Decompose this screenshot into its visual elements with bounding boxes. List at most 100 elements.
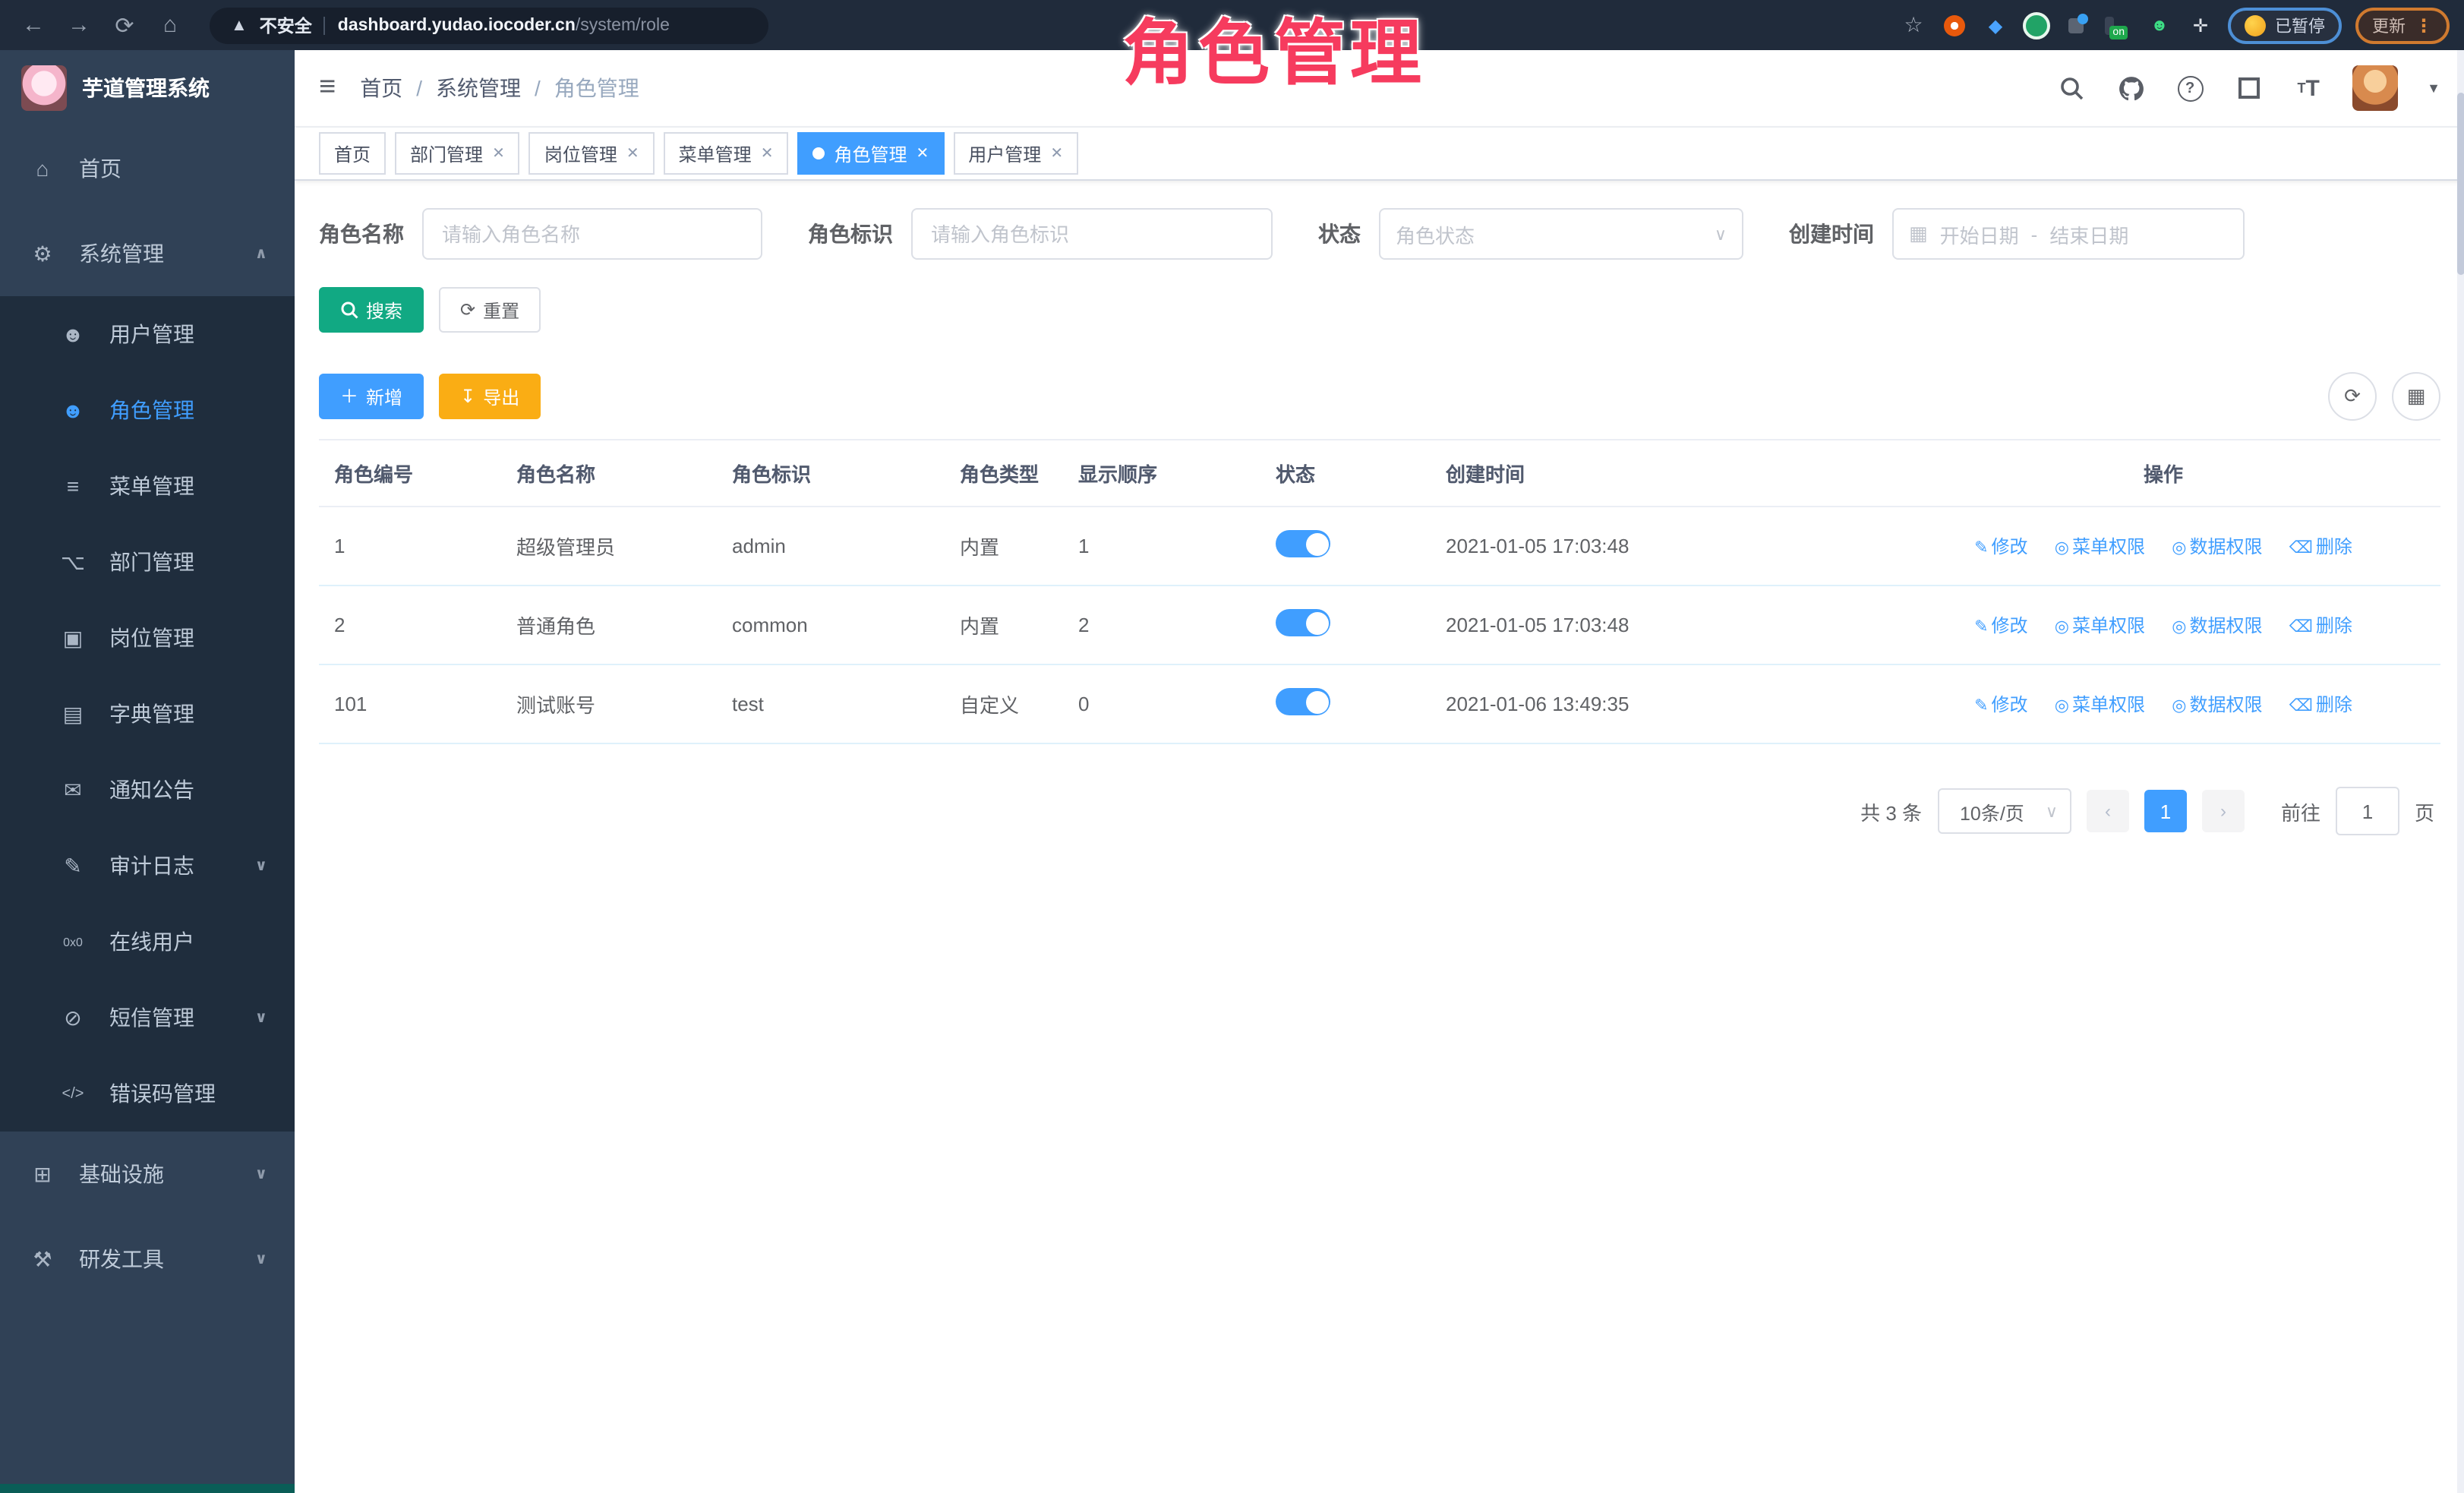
status-toggle[interactable]: [1276, 530, 1330, 557]
status-select-placeholder: 角色状态: [1396, 219, 1475, 248]
tab-dept[interactable]: 部门管理✕: [395, 132, 520, 175]
close-icon[interactable]: ✕: [626, 145, 639, 162]
date-range-picker[interactable]: ▦ 开始日期 - 结束日期: [1892, 208, 2245, 260]
cell-sort: 2: [1063, 586, 1260, 664]
cell-created: 2021-01-06 13:49:35: [1431, 664, 1886, 743]
app-logo[interactable]: 芋道管理系统: [0, 50, 295, 126]
add-button[interactable]: ＋ 新增: [319, 374, 424, 419]
shield-icon: ⊘: [61, 1005, 85, 1031]
menu-permission-link[interactable]: ◎菜单权限: [2055, 694, 2145, 715]
search-button[interactable]: 搜索: [319, 287, 424, 333]
tab-post[interactable]: 岗位管理✕: [529, 132, 655, 175]
data-permission-link[interactable]: ◎数据权限: [2172, 694, 2262, 715]
puzzle-icon[interactable]: ✛: [2187, 11, 2214, 39]
search-form: 角色名称 角色标识 状态 角色状态 ∨: [319, 208, 2440, 260]
role-name-input[interactable]: [422, 208, 762, 260]
close-icon[interactable]: ✕: [1050, 145, 1063, 162]
menu-permission-link[interactable]: ◎菜单权限: [2055, 536, 2145, 557]
profile-paused-pill[interactable]: 已暂停: [2228, 7, 2342, 43]
fullscreen-icon[interactable]: [2234, 73, 2264, 103]
font-size-icon[interactable]: TT: [2293, 73, 2324, 103]
avatar-caret-icon[interactable]: ▼: [2427, 80, 2440, 96]
status-toggle[interactable]: [1276, 609, 1330, 636]
sidebar-item-post[interactable]: ▣ 岗位管理: [0, 600, 295, 676]
extension-icon-orange[interactable]: [1941, 11, 1968, 39]
filter-role-key: 角色标识: [808, 208, 1273, 260]
sidebar-item-notice[interactable]: ✉ 通知公告: [0, 752, 295, 828]
browser-reload-icon[interactable]: ⟳: [106, 7, 143, 43]
breadcrumb-home[interactable]: 首页: [360, 73, 402, 103]
extension-icon-android[interactable]: ☻: [2146, 11, 2173, 39]
table-row: 1 超级管理员 admin 内置 1 2021-01-05 17:03:48 ✎…: [319, 507, 2440, 586]
delete-link[interactable]: ⌫删除: [2289, 615, 2352, 636]
prev-page-button[interactable]: ‹: [2087, 790, 2129, 832]
monitor-icon: ⊞: [30, 1161, 55, 1187]
goto-page-input[interactable]: [2336, 787, 2399, 835]
page-scrollbar[interactable]: [2457, 50, 2464, 1493]
edit-link[interactable]: ✎修改: [1974, 536, 2027, 557]
bookmark-star-icon[interactable]: ☆: [1900, 11, 1927, 39]
tab-home[interactable]: 首页: [319, 132, 386, 175]
data-permission-link[interactable]: ◎数据权限: [2172, 615, 2262, 636]
chevron-down-icon: ∨: [255, 1009, 267, 1026]
browser-url-bar[interactable]: ▲ 不安全 dashboard.yudao.iocoder.cn/system/…: [210, 7, 768, 43]
breadcrumb-system[interactable]: 系统管理: [436, 73, 521, 103]
extension-icon-on-switch[interactable]: on: [2105, 11, 2132, 39]
role-key-input[interactable]: [911, 208, 1273, 260]
current-page-button[interactable]: 1: [2144, 790, 2187, 832]
browser-forward-icon[interactable]: →: [61, 7, 97, 43]
avatar[interactable]: [2352, 65, 2398, 111]
tab-role[interactable]: 角色管理✕: [797, 132, 944, 175]
extension-icon-green-circle[interactable]: [2023, 11, 2050, 39]
start-date-placeholder: 开始日期: [1940, 219, 2019, 248]
column-settings-button[interactable]: ▦: [2392, 372, 2440, 421]
sidebar-item-menu[interactable]: ≡ 菜单管理: [0, 448, 295, 524]
edit-link[interactable]: ✎修改: [1974, 694, 2027, 715]
tab-menu[interactable]: 菜单管理✕: [664, 132, 789, 175]
sidebar-item-role[interactable]: ☻ 角色管理: [0, 372, 295, 448]
status-select[interactable]: 角色状态 ∨: [1379, 208, 1743, 260]
extension-icon-gem[interactable]: ◆: [1982, 11, 2009, 39]
active-dot-icon: [812, 147, 825, 159]
browser-back-icon[interactable]: ←: [15, 7, 52, 43]
browser-update-pill[interactable]: 更新 ⋮: [2355, 7, 2450, 43]
edit-link[interactable]: ✎修改: [1974, 615, 2027, 636]
menu-permission-link[interactable]: ◎菜单权限: [2055, 615, 2145, 636]
delete-link[interactable]: ⌫删除: [2289, 536, 2352, 557]
data-permission-link[interactable]: ◎数据权限: [2172, 536, 2262, 557]
reset-button[interactable]: ⟳ 重置: [439, 287, 541, 333]
sidebar-item-home[interactable]: ⌂ 首页: [0, 126, 295, 211]
close-icon[interactable]: ✕: [917, 145, 929, 162]
sidebar-item-online-user[interactable]: 0x0 在线用户: [0, 904, 295, 980]
delete-link[interactable]: ⌫删除: [2289, 694, 2352, 715]
sidebar-item-dept[interactable]: ⌥ 部门管理: [0, 524, 295, 600]
page-size-select[interactable]: 10条/页 ∨: [1937, 788, 2071, 834]
status-toggle[interactable]: [1276, 688, 1330, 715]
sidebar-item-dict[interactable]: ▤ 字典管理: [0, 676, 295, 752]
browser-home-icon[interactable]: ⌂: [152, 7, 188, 43]
extension-icon-grid[interactable]: [2064, 11, 2091, 39]
refresh-table-button[interactable]: ⟳: [2328, 372, 2377, 421]
trash-icon: ⌫: [2289, 539, 2313, 557]
next-page-button[interactable]: ›: [2202, 790, 2245, 832]
help-icon[interactable]: ?: [2175, 73, 2205, 103]
sidebar-item-dev-tools[interactable]: ⚒ 研发工具 ∨: [0, 1217, 295, 1302]
hamburger-icon[interactable]: ≡: [319, 71, 336, 105]
close-icon[interactable]: ✕: [492, 145, 505, 162]
export-button[interactable]: ↧ 导出: [439, 374, 541, 419]
total-count: 共 3 条: [1860, 797, 1922, 825]
kebab-menu-icon[interactable]: ⋮: [2415, 14, 2433, 36]
cell-role-name: 测试账号: [501, 664, 717, 743]
scrollbar-thumb[interactable]: [2457, 93, 2464, 275]
close-icon[interactable]: ✕: [761, 145, 774, 162]
search-icon[interactable]: [2056, 73, 2087, 103]
sidebar-item-user[interactable]: ☻ 用户管理: [0, 296, 295, 372]
sidebar-item-error-code[interactable]: </> 错误码管理: [0, 1056, 295, 1132]
sidebar-item-infra[interactable]: ⊞ 基础设施 ∨: [0, 1132, 295, 1217]
sidebar-item-system[interactable]: ⚙ 系统管理 ∧: [0, 211, 295, 296]
post-icon: ▣: [61, 625, 85, 651]
sidebar-item-sms[interactable]: ⊘ 短信管理 ∨: [0, 980, 295, 1056]
github-icon[interactable]: [2115, 73, 2146, 103]
tab-user[interactable]: 用户管理✕: [953, 132, 1078, 175]
sidebar-item-audit-log[interactable]: ✎ 审计日志 ∨: [0, 828, 295, 904]
